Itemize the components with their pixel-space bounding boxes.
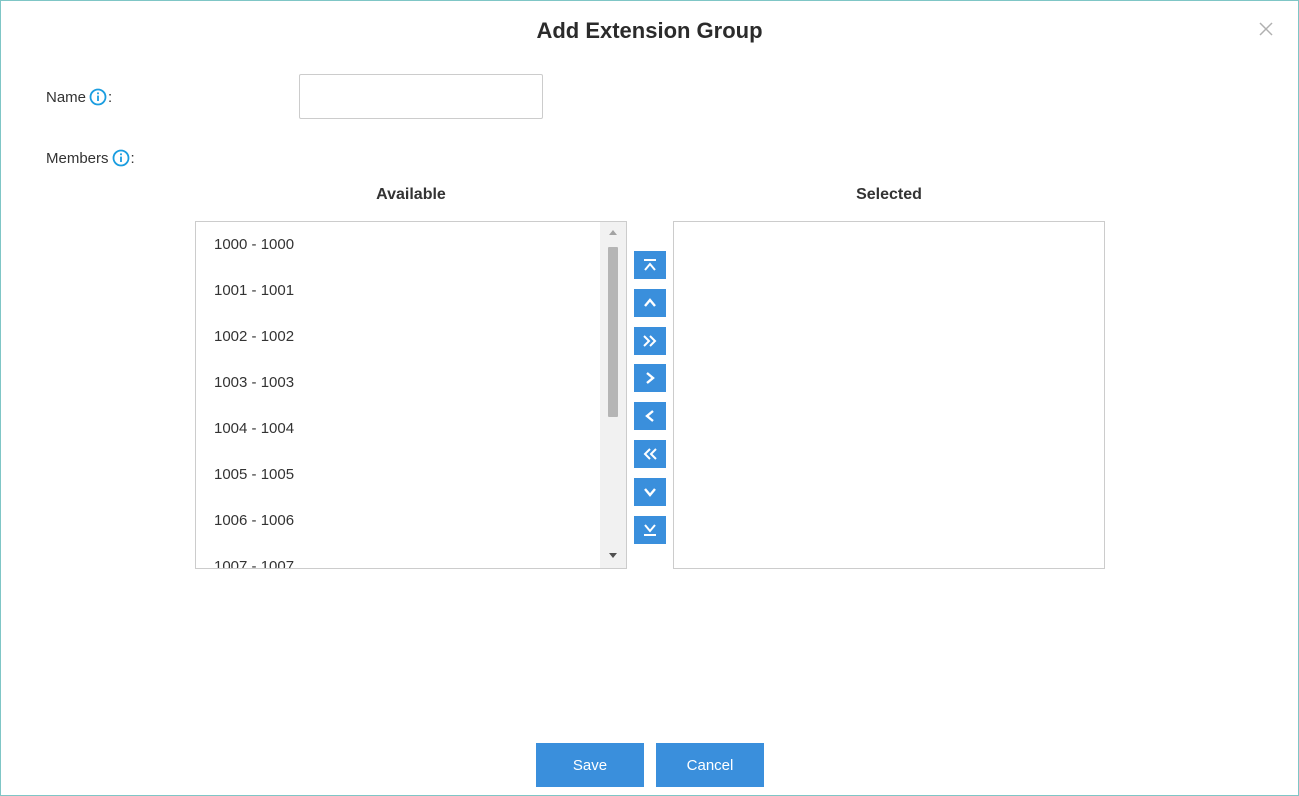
- name-info-icon[interactable]: [89, 88, 107, 106]
- list-item[interactable]: 1006 - 1006: [196, 498, 600, 544]
- remove-all-button[interactable]: [634, 440, 666, 468]
- list-item[interactable]: 1000 - 1000: [196, 222, 600, 268]
- move-to-bottom-button[interactable]: [634, 516, 666, 544]
- scroll-up-button[interactable]: [600, 224, 626, 242]
- chevron-up-icon: [642, 295, 658, 311]
- cancel-button[interactable]: Cancel: [656, 743, 764, 787]
- name-label-row: Name :: [46, 88, 112, 106]
- scroll-thumb[interactable]: [608, 247, 618, 417]
- close-button[interactable]: [1256, 19, 1276, 39]
- chevron-left-icon: [642, 408, 658, 424]
- chevron-down-icon: [642, 484, 658, 500]
- name-label-colon: :: [108, 88, 113, 106]
- selected-list[interactable]: [673, 221, 1105, 569]
- list-item[interactable]: 1005 - 1005: [196, 452, 600, 498]
- add-all-button[interactable]: [634, 327, 666, 355]
- chevron-right-icon: [642, 370, 658, 386]
- close-icon: [1256, 19, 1276, 39]
- save-button[interactable]: Save: [536, 743, 644, 787]
- dialog-title: Add Extension Group: [536, 18, 763, 43]
- members-label: Members: [46, 149, 109, 167]
- available-list[interactable]: 1000 - 1000 1001 - 1001 1002 - 1002 1003…: [195, 221, 627, 569]
- add-selected-button[interactable]: [634, 364, 666, 392]
- available-items: 1000 - 1000 1001 - 1001 1002 - 1002 1003…: [196, 222, 600, 568]
- move-down-button[interactable]: [634, 478, 666, 506]
- list-item[interactable]: 1002 - 1002: [196, 314, 600, 360]
- remove-selected-button[interactable]: [634, 402, 666, 430]
- chevron-top-bar-icon: [642, 257, 658, 273]
- scroll-down-button[interactable]: [600, 546, 626, 564]
- move-to-top-button[interactable]: [634, 251, 666, 279]
- move-up-button[interactable]: [634, 289, 666, 317]
- list-item[interactable]: 1001 - 1001: [196, 268, 600, 314]
- scroll-down-arrow-icon: [608, 546, 618, 564]
- members-label-row: Members :: [46, 149, 135, 167]
- scroll-up-arrow-icon: [608, 224, 618, 242]
- list-item[interactable]: 1003 - 1003: [196, 360, 600, 406]
- available-scrollbar[interactable]: [600, 222, 626, 568]
- add-extension-group-dialog: Add Extension Group Name : Members: Ava…: [0, 0, 1299, 796]
- available-header: Available: [376, 186, 446, 203]
- members-info-icon[interactable]: [112, 149, 130, 167]
- double-chevron-left-icon: [641, 446, 659, 462]
- double-chevron-right-icon: [641, 333, 659, 349]
- list-item[interactable]: 1007 - 1007: [196, 544, 600, 568]
- members-label-colon: :: [130, 149, 135, 167]
- list-item[interactable]: 1004 - 1004: [196, 406, 600, 452]
- name-input[interactable]: [299, 74, 543, 119]
- selected-header: Selected: [856, 186, 922, 203]
- name-label: Name: [46, 88, 87, 106]
- chevron-bottom-bar-icon: [642, 522, 658, 538]
